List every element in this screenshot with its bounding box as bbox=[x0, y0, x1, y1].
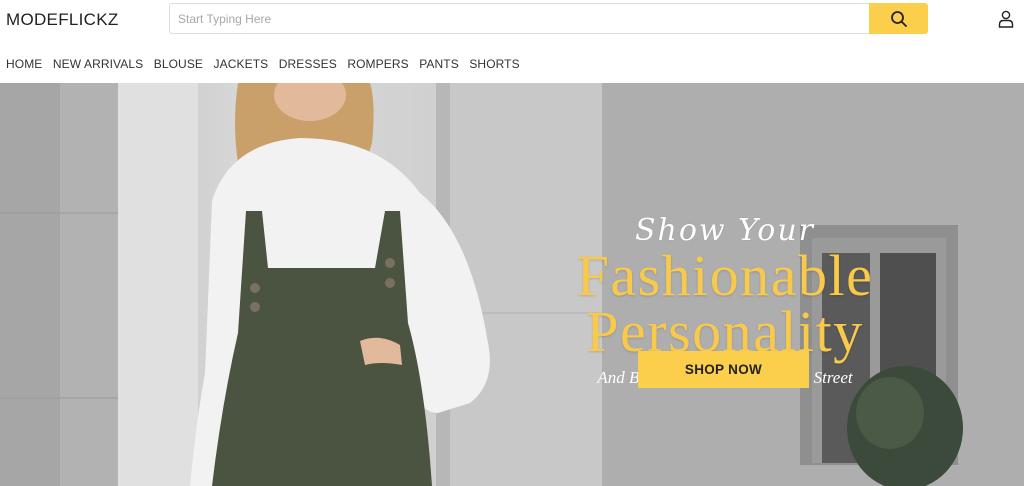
search-input[interactable] bbox=[169, 3, 869, 34]
account-button[interactable] bbox=[996, 9, 1016, 29]
hero-banner: Show Your Fashionable Personality And Be… bbox=[0, 83, 1024, 486]
site-logo[interactable]: MODEFLICKZ bbox=[6, 10, 119, 30]
nav-item-jackets[interactable]: JACKETS bbox=[214, 57, 269, 71]
nav-item-home[interactable]: HOME bbox=[6, 57, 42, 71]
search-icon bbox=[890, 10, 907, 27]
search-bar bbox=[169, 3, 928, 34]
nav-item-dresses[interactable]: DRESSES bbox=[279, 57, 337, 71]
nav-item-new-arrivals[interactable]: NEW ARRIVALS bbox=[53, 57, 143, 71]
nav-item-pants[interactable]: PANTS bbox=[419, 57, 459, 71]
nav-item-blouse[interactable]: BLOUSE bbox=[154, 57, 203, 71]
site-header: MODEFLICKZ HOME NEW ARRIVALS BLOUSE JACK… bbox=[0, 0, 1024, 83]
hero-headline-1: Fashionable bbox=[576, 243, 874, 308]
main-nav: HOME NEW ARRIVALS BLOUSE JACKETS DRESSES… bbox=[6, 57, 530, 71]
shop-now-button[interactable]: SHOP NOW bbox=[638, 351, 809, 388]
nav-item-shorts[interactable]: SHORTS bbox=[469, 57, 519, 71]
user-icon bbox=[998, 10, 1014, 28]
nav-item-rompers[interactable]: ROMPERS bbox=[347, 57, 408, 71]
search-button[interactable] bbox=[869, 3, 928, 34]
